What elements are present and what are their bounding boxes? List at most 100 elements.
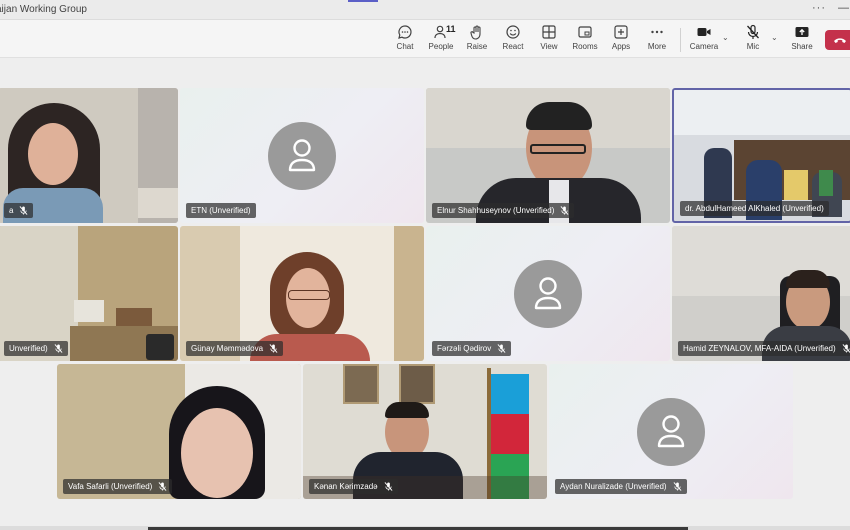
video-tile-4[interactable]: dr. AbdulHameed AlKhaled (Unverified): [672, 88, 850, 223]
participant-name-tag: Hamid ZEYNALOV, MFA-AIDA (Unverified): [678, 341, 850, 356]
participant-name: Aydan Nuralizade (Unverified): [560, 482, 667, 491]
flag-yellow: [784, 170, 808, 200]
mic-label: Mic: [746, 42, 760, 51]
mic-muted-icon: [384, 482, 393, 491]
mic-muted-icon: [269, 344, 278, 353]
person-icon: [657, 414, 685, 447]
window-more-button[interactable]: ···: [812, 2, 826, 14]
participant-name-tag: Elnur Shahhuseynov (Unverified): [432, 203, 575, 218]
participant-hair: [526, 102, 592, 130]
mic-button[interactable]: Mic: [734, 24, 772, 51]
participant-face: [28, 123, 78, 185]
more-icon: [651, 30, 663, 34]
participant-glasses: [288, 290, 330, 300]
view-label: View: [540, 42, 558, 51]
participant-name: ETN (Unverified): [191, 206, 251, 215]
video-tile-1[interactable]: a: [0, 88, 178, 223]
video-tile-3[interactable]: Elnur Shahhuseynov (Unverified): [426, 88, 670, 223]
meeting-toolbar: Chat 11 People Raise React View Rooms Ap…: [0, 20, 850, 58]
rooms-label: Rooms: [572, 42, 598, 51]
participant-name: dr. AbdulHameed AlKhaled (Unverified): [685, 204, 824, 213]
react-button[interactable]: React: [494, 24, 532, 51]
person-icon: [288, 138, 316, 171]
video-tile-8[interactable]: Hamid ZEYNALOV, MFA-AIDA (Unverified): [672, 226, 850, 361]
chat-label: Chat: [396, 42, 414, 51]
share-button[interactable]: Share: [783, 24, 821, 51]
people-count: 11: [446, 24, 456, 34]
raise-label: Raise: [466, 42, 488, 51]
avatar: [637, 397, 705, 466]
video-tile-2[interactable]: ETN (Unverified): [180, 88, 424, 223]
mic-muted-icon: [560, 206, 569, 215]
participant-face: [181, 408, 253, 498]
participant-name: Unverified): [9, 344, 48, 353]
participant-name: Fərzəli Qədirov: [437, 344, 492, 353]
person-icon: [534, 276, 562, 309]
participant-name-tag: ETN (Unverified): [186, 203, 256, 218]
participant-name-tag: a: [4, 203, 34, 218]
side-curtain: [394, 226, 424, 361]
participant-name-tag: dr. AbdulHameed AlKhaled (Unverified): [680, 201, 829, 216]
participant-name: Hamid ZEYNALOV, MFA-AIDA (Unverified): [683, 344, 836, 353]
raise-hand-icon: [470, 25, 481, 40]
paper-holder: [74, 300, 104, 322]
participant-name: Kənan Kərimzadə: [314, 482, 378, 491]
participant-name: Günay Məmmədova: [191, 344, 264, 353]
flag-green: [819, 170, 833, 196]
camera-options-chevron-icon[interactable]: ⌄: [722, 33, 729, 42]
camera-button[interactable]: Camera: [685, 24, 723, 51]
chat-button[interactable]: Chat: [386, 24, 424, 51]
title-accent: [348, 0, 378, 2]
title-bar: aijan Working Group ··· —: [0, 0, 850, 20]
camera-icon: [697, 28, 711, 36]
participant-glasses: [530, 144, 586, 154]
mic-muted-icon: [158, 482, 167, 491]
rooms-icon: [578, 26, 592, 38]
dark-cup: [146, 334, 174, 360]
toolbar-divider: [680, 28, 681, 52]
video-tile-5[interactable]: Unverified): [0, 226, 178, 361]
avatar: [514, 259, 582, 328]
participant-name-tag: Aydan Nuralizade (Unverified): [555, 479, 687, 494]
participant-name: Vafa Safarli (Unverified): [68, 482, 153, 491]
participant-hair: [385, 402, 429, 418]
meeting-title: aijan Working Group: [0, 4, 87, 15]
participant-name: a: [9, 206, 14, 215]
mic-muted-icon: [673, 482, 682, 491]
flag-blue-stripe: [491, 374, 529, 414]
smile-icon: [506, 25, 520, 39]
bottom-strip: [0, 526, 850, 530]
participant-name-tag: Kənan Kərimzadə: [309, 479, 398, 494]
people-button[interactable]: 11 People: [422, 24, 460, 51]
video-tile-9[interactable]: Vafa Safarli (Unverified): [57, 364, 301, 499]
raise-hand-button[interactable]: Raise: [458, 24, 496, 51]
paper-stack: [138, 188, 178, 218]
view-button[interactable]: View: [530, 24, 568, 51]
video-tile-10[interactable]: Kənan Kərimzadə: [303, 364, 547, 499]
share-icon: [795, 27, 809, 37]
portrait-frame-left: [343, 364, 379, 404]
rooms-button[interactable]: Rooms: [566, 24, 604, 51]
mic-muted-icon: [842, 344, 850, 353]
more-button[interactable]: More: [638, 24, 676, 51]
mic-options-chevron-icon[interactable]: ⌄: [771, 33, 778, 42]
apps-label: Apps: [611, 42, 631, 51]
react-label: React: [502, 42, 524, 51]
apps-button[interactable]: Apps: [602, 24, 640, 51]
participant-name-tag: Vafa Safarli (Unverified): [63, 479, 173, 494]
avatar: [268, 121, 336, 190]
leave-call-button[interactable]: [825, 30, 850, 50]
video-tile-11[interactable]: Aydan Nuralizade (Unverified): [549, 364, 793, 499]
grid-icon: [542, 25, 556, 39]
video-tile-6[interactable]: Günay Məmmədova: [180, 226, 424, 361]
mic-muted-icon: [54, 344, 63, 353]
portrait-frame-right: [399, 364, 435, 404]
share-label: Share: [791, 42, 813, 51]
more-label: More: [647, 42, 667, 51]
hang-up-icon: [834, 38, 846, 43]
window-minimize-button[interactable]: —: [838, 2, 849, 14]
video-tile-7[interactable]: Fərzəli Qədirov: [426, 226, 670, 361]
add-app-icon: [614, 25, 628, 39]
participant-name-tag: Fərzəli Qədirov: [432, 341, 512, 356]
participant-name-tag: Unverified): [4, 341, 68, 356]
